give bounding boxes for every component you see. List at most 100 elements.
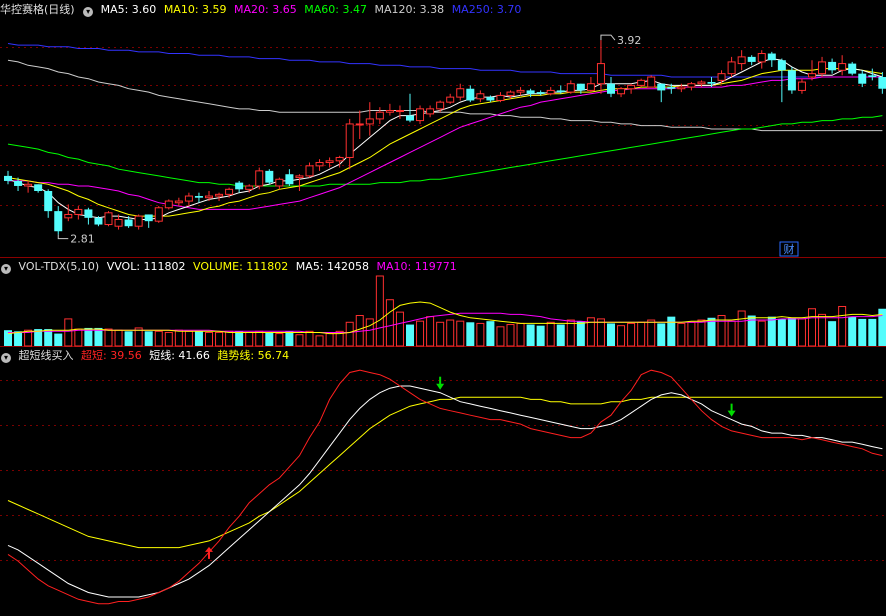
candle-body xyxy=(345,123,354,158)
candle xyxy=(466,85,475,103)
volume-bar xyxy=(64,318,73,347)
candle-body xyxy=(184,195,193,202)
candle xyxy=(295,174,304,191)
candle-body xyxy=(44,191,53,212)
candle-body xyxy=(687,83,696,88)
candle xyxy=(727,56,736,77)
volume-bar xyxy=(727,320,736,347)
candle xyxy=(848,61,857,76)
volume-bar xyxy=(808,308,816,347)
candle xyxy=(64,204,73,222)
volume-bar xyxy=(627,322,636,347)
candle-body xyxy=(556,90,565,93)
candle xyxy=(154,206,163,223)
candle-body xyxy=(446,96,455,103)
candle-body xyxy=(858,73,867,84)
candle-body xyxy=(466,88,475,101)
candle-body xyxy=(868,75,877,77)
candle-body xyxy=(627,84,636,90)
volume-bar xyxy=(265,332,274,346)
candle-body xyxy=(104,212,113,226)
candle-body xyxy=(486,97,495,101)
candle-body xyxy=(34,184,43,191)
candle xyxy=(315,159,324,171)
volume-bar xyxy=(767,316,776,346)
candle xyxy=(54,206,63,235)
candle-body xyxy=(707,82,716,84)
candle xyxy=(255,167,264,190)
candle-body xyxy=(335,156,344,162)
candle-body xyxy=(375,111,384,120)
stock-chart[interactable]: 3.92 2.81 财 xyxy=(0,0,886,616)
price-moving-averages xyxy=(7,43,883,220)
candle xyxy=(566,80,575,94)
volume-bar xyxy=(737,310,746,347)
candle-body xyxy=(164,200,173,209)
candle xyxy=(104,211,113,227)
volume-bar xyxy=(576,321,585,346)
candle-body xyxy=(797,81,806,91)
candle-body xyxy=(586,83,595,91)
candle-body xyxy=(114,219,123,227)
candle-body xyxy=(14,180,23,186)
candle xyxy=(456,83,465,101)
candle xyxy=(617,87,626,98)
volume-bar xyxy=(496,326,505,347)
candle-body xyxy=(84,209,93,218)
candle xyxy=(275,177,284,190)
candle-body xyxy=(566,83,575,93)
candle xyxy=(285,169,294,186)
candle-body xyxy=(235,182,244,190)
volume-bar xyxy=(305,330,314,347)
candle-body xyxy=(416,108,425,122)
volume-bar xyxy=(637,321,646,347)
candle-body xyxy=(94,217,103,225)
candle-body xyxy=(496,94,505,101)
low-annotation: 2.81 xyxy=(57,233,95,246)
candle-body xyxy=(737,56,746,65)
candle xyxy=(627,83,636,94)
candle xyxy=(647,75,656,88)
volume-bar xyxy=(516,322,525,347)
price-ma20-line xyxy=(8,76,883,210)
candle-body xyxy=(878,77,886,89)
volume-bar xyxy=(868,318,877,346)
candle-body xyxy=(848,63,857,74)
candle xyxy=(134,214,143,230)
volume-bar xyxy=(225,330,234,347)
candle-body xyxy=(315,162,324,167)
candle-body xyxy=(225,188,234,195)
candle-body xyxy=(777,60,786,71)
candle xyxy=(878,71,886,94)
volume-bar xyxy=(385,299,394,347)
volume-bar xyxy=(607,323,615,346)
candle-body xyxy=(24,183,33,187)
volume-bar xyxy=(325,333,334,347)
price-ma5-line xyxy=(7,58,883,220)
candle-body xyxy=(406,115,414,121)
candle xyxy=(476,90,485,103)
candle xyxy=(205,191,213,202)
candle-body xyxy=(757,53,766,63)
candle xyxy=(506,90,515,99)
volume-bar xyxy=(677,322,686,347)
candle xyxy=(144,214,153,228)
volume-bar xyxy=(275,333,284,347)
candle xyxy=(305,162,314,178)
candle-body xyxy=(667,87,676,89)
candle xyxy=(607,77,615,98)
candle-body xyxy=(828,61,837,71)
volume-bar xyxy=(406,324,414,346)
candle-body xyxy=(355,123,364,126)
finance-badge[interactable]: 财 xyxy=(779,241,799,257)
grid-lines xyxy=(0,47,886,561)
candle-body xyxy=(295,175,304,179)
candle-body xyxy=(265,170,274,183)
candle xyxy=(365,102,374,136)
candle-body xyxy=(637,79,646,86)
candle-body xyxy=(657,83,666,91)
candle-body xyxy=(747,56,756,62)
candle xyxy=(747,55,756,66)
candle-body xyxy=(596,63,605,85)
volume-bar xyxy=(777,318,786,346)
